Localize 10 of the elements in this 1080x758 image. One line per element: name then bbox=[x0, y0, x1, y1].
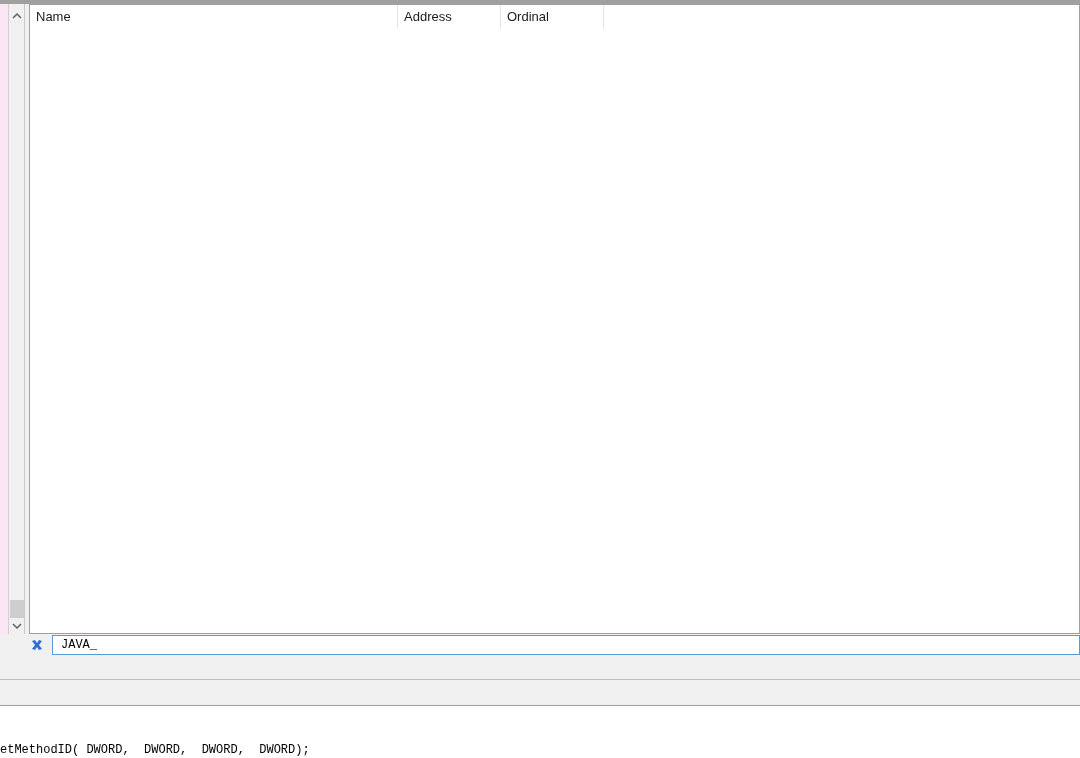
scroll-up-icon[interactable] bbox=[11, 12, 22, 20]
column-header[interactable]: Ordinal bbox=[501, 5, 604, 29]
column-header[interactable]: Address bbox=[398, 5, 501, 29]
filter-field[interactable]: JAVA_ bbox=[52, 635, 1080, 656]
clear-filter-icon[interactable] bbox=[30, 638, 44, 653]
scroll-thumb[interactable] bbox=[9, 600, 24, 619]
scrollbar[interactable] bbox=[9, 4, 25, 635]
code-line: etMethodID( DWORD, DWORD, DWORD, DWORD); bbox=[0, 742, 311, 758]
column-header[interactable]: Name bbox=[30, 5, 398, 29]
scroll-down-icon[interactable] bbox=[11, 622, 22, 631]
